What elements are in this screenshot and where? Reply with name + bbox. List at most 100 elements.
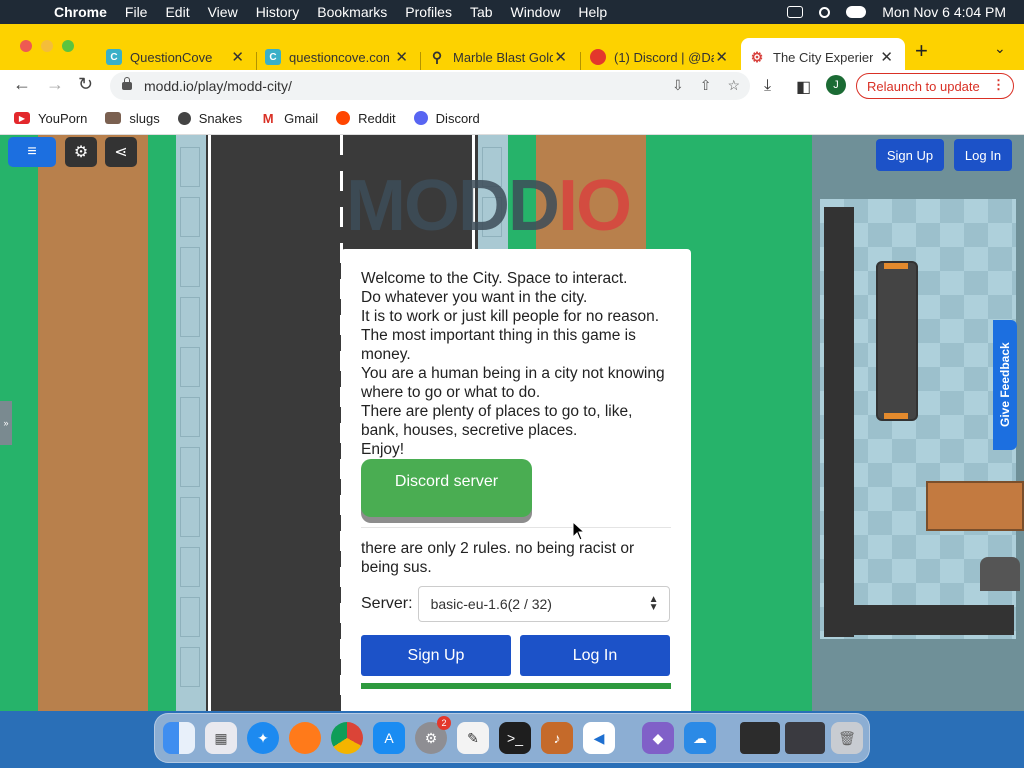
server-selected-value: basic-eu-1.6(2 / 32) xyxy=(430,596,552,612)
menu-edit[interactable]: Edit xyxy=(165,4,189,20)
close-tab-icon[interactable]: ✕ xyxy=(715,48,728,66)
install-app-icon[interactable]: ⇩ xyxy=(672,77,684,94)
bookmarks-bar: ▶ YouPorn slugs Snakes M Gmail Reddit Di… xyxy=(0,102,1024,135)
welcome-line: The most important thing in this game is… xyxy=(361,327,641,363)
spotlight-search-icon[interactable] xyxy=(819,6,831,18)
maximize-window-button[interactable] xyxy=(62,40,74,52)
share-icon[interactable]: ⇧ xyxy=(700,77,712,94)
chrome-icon[interactable] xyxy=(331,722,363,754)
globe-icon xyxy=(177,111,191,125)
screen-mirroring-icon[interactable] xyxy=(787,6,804,18)
back-arrow-icon[interactable]: ← xyxy=(13,74,31,95)
questioncove-favicon-icon: C xyxy=(265,49,281,65)
vscode-icon[interactable]: ◀ xyxy=(583,722,615,754)
menu-window[interactable]: Window xyxy=(511,4,561,20)
bookmark-snakes[interactable]: Snakes xyxy=(177,110,243,126)
side-panel-toggle[interactable]: » xyxy=(0,401,12,445)
bookmark-label: Reddit xyxy=(358,110,396,126)
discord-icon xyxy=(413,111,428,125)
url-text[interactable]: modd.io/play/modd-city/ xyxy=(144,78,292,94)
trash-icon[interactable]: 🗑 xyxy=(831,722,863,754)
tab-divider xyxy=(580,52,581,72)
discord-server-button[interactable]: Discord server xyxy=(361,459,532,517)
building-wall xyxy=(824,207,854,637)
share-icon: ⋖ xyxy=(114,144,128,161)
gmail-icon: M xyxy=(262,110,274,126)
textedit-icon[interactable]: ✎ xyxy=(457,722,489,754)
browser-toolbar: ← → ↻ modd.io/play/modd-city/ ⇩ ⇧ ☆ ⤓ ◧ … xyxy=(0,70,1024,102)
dirt-path xyxy=(38,135,148,711)
profile-avatar[interactable]: J xyxy=(826,75,846,95)
menubar-clock[interactable]: Mon Nov 6 4:04 PM xyxy=(882,4,1006,20)
close-tab-icon[interactable]: ✕ xyxy=(395,48,408,66)
logo-io-text: IO xyxy=(557,166,632,246)
menu-view[interactable]: View xyxy=(208,4,238,20)
bookmark-label: slugs xyxy=(129,110,160,126)
menu-hamburger-button[interactable]: ≡ xyxy=(8,137,56,167)
forward-arrow-icon[interactable]: → xyxy=(46,74,64,95)
minimize-window-button[interactable] xyxy=(41,40,53,52)
safari-icon[interactable]: ✦ xyxy=(247,722,279,754)
marble-blast-favicon-icon: ⚲ xyxy=(431,48,443,65)
mouse-cursor-icon xyxy=(572,521,586,541)
garageband-icon[interactable]: ♪ xyxy=(541,722,573,754)
bookmark-label: YouPorn xyxy=(38,110,88,126)
lock-icon[interactable] xyxy=(122,77,132,90)
settings-button[interactable]: ⚙ xyxy=(65,137,97,167)
bookmark-slugs[interactable]: slugs xyxy=(105,110,160,126)
menu-file[interactable]: File xyxy=(125,4,148,20)
new-tab-icon[interactable]: + xyxy=(915,38,928,64)
bookmark-star-icon[interactable]: ☆ xyxy=(727,77,740,94)
control-center-icon[interactable] xyxy=(846,6,867,18)
side-panel-icon[interactable]: ◧ xyxy=(796,77,811,97)
share-button[interactable]: ⋖ xyxy=(105,137,137,167)
top-signup-button[interactable]: Sign Up xyxy=(876,139,944,171)
bookmark-youporn[interactable]: ▶ YouPorn xyxy=(14,111,87,126)
rules-text: there are only 2 rules. no being racist … xyxy=(361,540,635,576)
recent-window-thumbnail[interactable] xyxy=(785,722,825,754)
couch xyxy=(876,261,918,421)
app-store-icon[interactable]: A xyxy=(373,722,405,754)
tab-title: The City Experience xyxy=(773,49,873,65)
chair xyxy=(980,557,1020,591)
menu-help[interactable]: Help xyxy=(578,4,607,20)
menu-tab[interactable]: Tab xyxy=(470,4,493,20)
tab-search-chevron-icon[interactable]: ⌄ xyxy=(994,40,1006,57)
bookmark-gmail[interactable]: M Gmail xyxy=(260,111,318,126)
welcome-line: You are a human being in a city not know… xyxy=(361,365,669,401)
close-tab-icon[interactable]: ✕ xyxy=(231,48,244,66)
server-label: Server: xyxy=(361,595,413,612)
menu-app-name[interactable]: Chrome xyxy=(54,4,107,20)
game-canvas[interactable]: MODDIO ≡ ⚙ ⋖ Sign Up Log In Give Feedbac… xyxy=(0,135,1024,711)
address-bar[interactable]: modd.io/play/modd-city/ ⇩ ⇧ ☆ xyxy=(110,72,750,100)
bookmark-discord[interactable]: Discord xyxy=(413,110,480,126)
menu-bookmarks[interactable]: Bookmarks xyxy=(317,4,387,20)
recent-window-thumbnail[interactable] xyxy=(740,722,780,754)
tab-title: (1) Discord | @Da xyxy=(614,49,714,65)
bookmark-label: Snakes xyxy=(198,110,243,126)
menu-profiles[interactable]: Profiles xyxy=(405,4,452,20)
bookmark-reddit[interactable]: Reddit xyxy=(336,111,396,126)
give-feedback-button[interactable]: Give Feedback xyxy=(993,320,1017,450)
reload-icon[interactable]: ↻ xyxy=(78,74,93,95)
play-button-partial[interactable] xyxy=(361,683,671,689)
weather-icon[interactable]: ☁ xyxy=(684,722,716,754)
close-tab-icon[interactable]: ✕ xyxy=(880,48,893,66)
downloads-icon[interactable]: ⤓ xyxy=(764,77,771,95)
close-tab-icon[interactable]: ✕ xyxy=(554,48,567,66)
launchpad-icon[interactable]: ▦ xyxy=(205,722,237,754)
visual-studio-icon[interactable]: ◆ xyxy=(642,722,674,754)
close-window-button[interactable] xyxy=(20,40,32,52)
server-select[interactable]: basic-eu-1.6(2 / 32) ▲ ▼ xyxy=(417,586,670,622)
login-button[interactable]: Log In xyxy=(520,635,670,676)
macos-dock: ▦ ✦ A ⚙ ✎ >_ ♪ ◀ ◆ ☁ 🗑 xyxy=(154,713,870,763)
terminal-icon[interactable]: >_ xyxy=(499,722,531,754)
bookmark-label: Discord xyxy=(435,110,480,126)
menu-history[interactable]: History xyxy=(256,4,300,20)
firefox-icon[interactable] xyxy=(289,722,321,754)
relaunch-to-update-button[interactable]: Relaunch to update ⋮ xyxy=(856,73,1014,99)
finder-icon[interactable] xyxy=(163,722,195,754)
chrome-menu-icon[interactable]: ⋮ xyxy=(992,77,1005,93)
signup-button[interactable]: Sign Up xyxy=(361,635,511,676)
top-login-button[interactable]: Log In xyxy=(954,139,1012,171)
